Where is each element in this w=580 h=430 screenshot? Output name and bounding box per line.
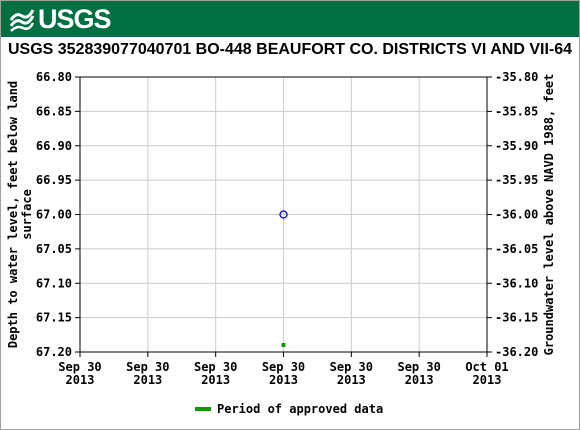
chart-svg: 66.80 66.85 66.90 66.95 67.00 67.05 67.10 67.15… [6,70,556,387]
approved-period-marker [281,343,286,347]
right-tick-label: -36.10 [495,276,538,290]
x-tick-label-date: Sep 30 [397,360,440,374]
x-tick-label-date: Sep 30 [330,360,373,374]
left-tick-label: 66.90 [36,139,72,153]
right-tick-label: -35.95 [495,173,538,187]
x-tick-label-year: 2013 [66,373,95,387]
right-tick-label: -35.80 [495,70,538,84]
left-axis-ticks: 66.80 66.85 66.90 66.95 67.00 67.05 67.10 67.15… [36,70,80,359]
left-tick-label: 66.80 [36,70,72,84]
left-tick-label: 67.20 [36,345,72,359]
x-tick-label-date: Sep 30 [58,360,101,374]
right-tick-label: -36.15 [495,311,538,325]
legend-swatch-approved [195,407,211,411]
y-axis-left-title-line2: surface [20,189,34,240]
left-tick-label: 67.05 [36,242,72,256]
x-tick-label-year: 2013 [133,373,162,387]
legend: Period of approved data [195,402,383,416]
left-tick-label: 66.85 [36,104,72,118]
x-tick-label-year: 2013 [473,373,502,387]
legend-label-approved: Period of approved data [217,402,384,416]
left-tick-label: 67.15 [36,311,72,325]
right-axis-ticks: -35.80 -35.85 -35.90 -35.95 -36.00 -36.05 -36.… [487,70,538,359]
right-tick-label: -36.20 [495,345,538,359]
grid-lines [80,77,487,352]
x-axis-ticks: Sep 302013Sep 302013Sep 302013Sep 302013… [58,352,509,387]
x-tick-label-date: Oct 01 [465,360,508,374]
x-tick-label-date: Sep 30 [262,360,305,374]
left-tick-label: 67.10 [36,276,72,290]
x-tick-label-date: Sep 30 [126,360,169,374]
x-tick-label-year: 2013 [405,373,434,387]
right-tick-label: -36.00 [495,208,538,222]
right-tick-label: -35.85 [495,104,538,118]
x-tick-label-year: 2013 [201,373,230,387]
left-tick-label: 66.95 [36,173,72,187]
x-tick-label-year: 2013 [337,373,366,387]
right-tick-label: -35.90 [495,139,538,153]
x-tick-label-year: 2013 [269,373,298,387]
right-tick-label: -36.05 [495,242,538,256]
y-axis-left-title: Depth to water level, feet below land [6,81,20,348]
left-tick-label: 67.00 [36,208,72,222]
x-tick-label-date: Sep 30 [194,360,237,374]
y-axis-right-title: Groundwater level above NAVD 1988, feet [542,74,556,356]
